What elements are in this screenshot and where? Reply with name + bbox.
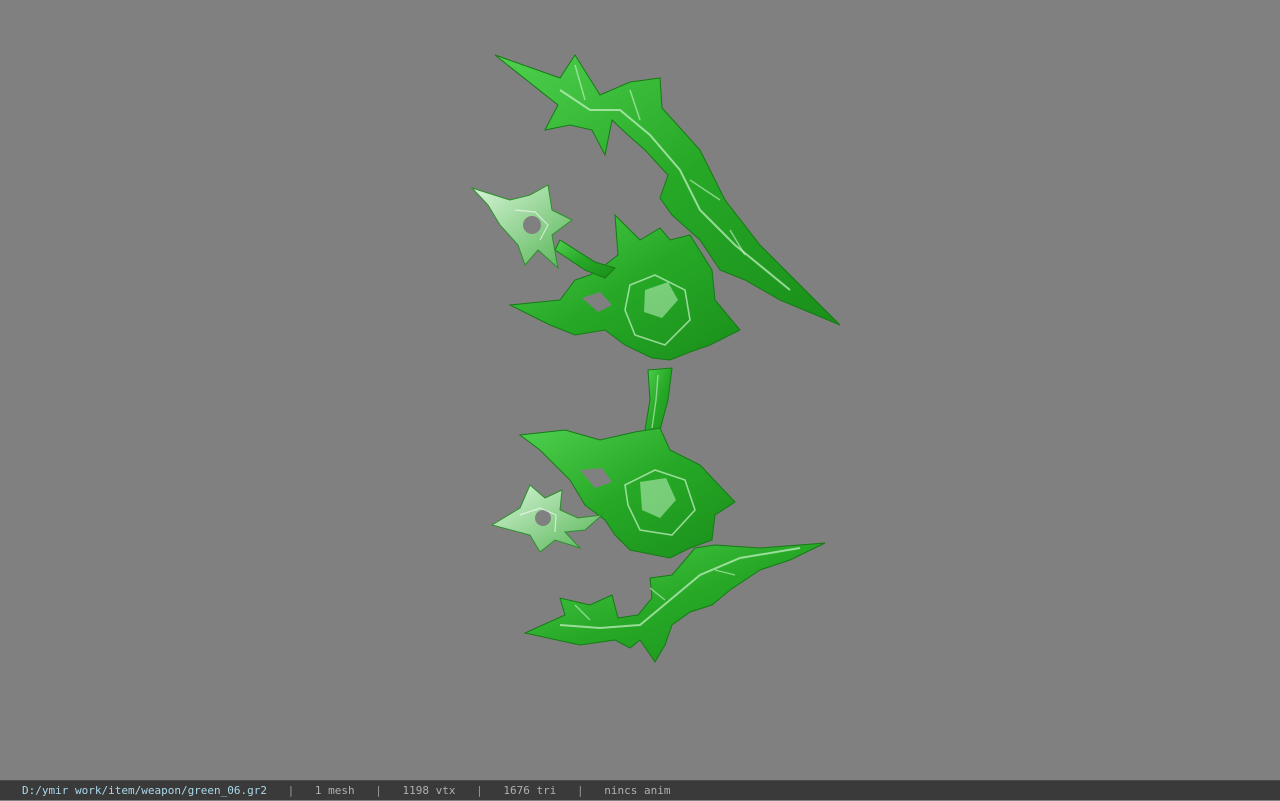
status-separator: |	[287, 784, 295, 797]
status-separator: |	[375, 784, 382, 797]
status-bar: D:/ymir work/item/weapon/green_06.gr2 | …	[0, 780, 1280, 800]
mesh-count: 1 mesh	[314, 784, 355, 797]
weapon-model[interactable]	[0, 0, 1280, 780]
vertex-count: 1198 vtx	[402, 784, 456, 797]
animation-status: nincs anim	[604, 784, 671, 797]
status-separator: |	[476, 784, 483, 797]
file-path: D:/ymir work/item/weapon/green_06.gr2	[22, 784, 268, 797]
3d-viewport[interactable]	[0, 0, 1280, 780]
triangle-count: 1676 tri	[503, 784, 557, 797]
upper-side-cluster	[470, 184, 573, 270]
lower-limb	[523, 542, 826, 663]
status-separator: |	[577, 784, 584, 797]
